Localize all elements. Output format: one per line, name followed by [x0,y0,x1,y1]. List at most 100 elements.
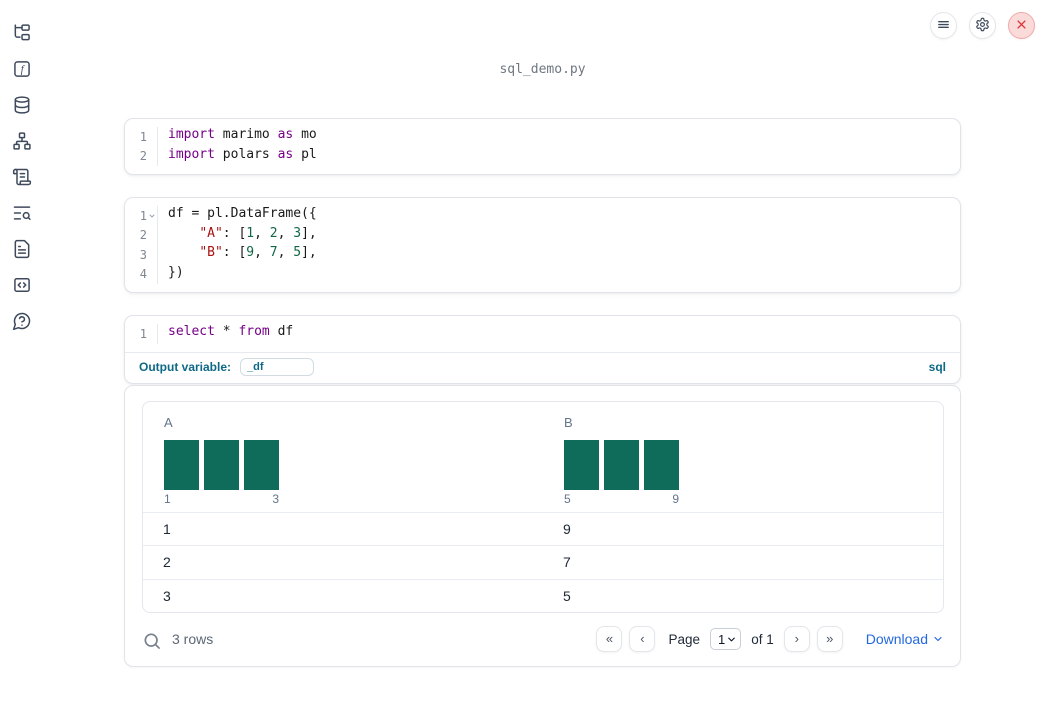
sidebar-item-help[interactable] [12,311,32,331]
code-text: df = pl.DataFrame({ [168,206,317,221]
chevron-down-icon [728,637,736,641]
close-icon [1014,17,1029,35]
line-gutter: 1 [125,206,158,226]
file-tree-icon [12,23,32,43]
line-number: 1 [139,326,147,341]
line-number: 2 [139,149,147,164]
code-text: "B": [9, 7, 5], [199,245,317,260]
last-page-button[interactable]: » [816,626,843,652]
language-badge: sql [928,359,946,374]
sql-cell[interactable]: 1 select * from df Output variable: sql [124,315,961,384]
code-cell-imports[interactable]: 1 import marimo as mo 2 import polars as pl [124,118,961,175]
code-text: import marimo as mo [168,127,317,142]
sidebar-item-datasources[interactable] [12,95,32,115]
output-variable-label: Output variable: [139,359,232,374]
histogram-bar [604,439,639,490]
histogram-axis-labels: 13 [164,491,279,506]
sidebar-item-variables[interactable]: f [12,59,32,79]
code-editor[interactable]: 1 df = pl.DataFrame({2 "A": [1, 2, 3], 3 "… [125,198,960,292]
code-square-icon [12,275,32,295]
table-row[interactable]: 27 [143,545,943,579]
code-line[interactable]: 3 "B": [9, 7, 5], [125,245,960,265]
file-text-icon [12,239,32,259]
code-line[interactable]: 1 import marimo as mo [125,127,960,147]
message-question-icon [12,311,32,331]
column-histogram[interactable] [564,439,679,490]
code-editor[interactable]: 1 select * from df [125,316,960,352]
page-select[interactable]: 1 [709,628,742,650]
table-cell: 2 [163,554,171,571]
table-row[interactable]: 19 [143,511,943,546]
line-number: 2 [139,228,147,243]
table-row[interactable]: 35 [143,578,943,613]
next-page-button[interactable]: › [783,626,810,652]
histogram-bar [164,439,199,490]
table-cell: 1 [163,520,171,537]
sidebar-item-dependency-graph[interactable] [12,131,32,151]
line-number: 1 [139,129,147,144]
line-number: 3 [139,247,147,262]
page-select-value: 1 [717,631,726,647]
table-cell: 3 [163,587,171,604]
table-cell: 7 [563,554,571,571]
column-name: A [164,414,173,430]
column-histogram[interactable] [164,439,279,490]
code-text: select * from df [168,324,294,339]
line-number: 4 [139,267,147,282]
settings-button[interactable] [969,12,996,39]
text-search-icon [12,203,32,223]
code-cell-dataframe[interactable]: 1 df = pl.DataFrame({2 "A": [1, 2, 3], 3 "… [124,197,961,293]
histogram-axis-labels: 59 [564,491,679,506]
gear-icon [975,17,990,35]
histogram-bar [204,439,239,490]
histogram-bar [644,439,679,490]
previous-page-button[interactable]: ‹ [629,626,656,652]
code-text: }) [168,264,184,280]
scroll-text-icon [12,167,32,187]
line-gutter: 1 [125,324,158,344]
fold-chevron-icon[interactable] [147,212,157,220]
sql-cell-footer: Output variable: sql [125,351,960,383]
sidebar-item-file-explorer[interactable] [12,23,32,43]
histogram-bar [564,439,599,490]
code-line[interactable]: 1 select * from df [125,324,960,344]
svg-text:f: f [21,65,26,76]
chevron-down-icon [934,636,942,642]
download-button[interactable]: Download [866,631,944,647]
line-number: 1 [139,208,147,223]
line-gutter: 2 [125,225,158,245]
pagination: « ‹ Page 1 of 1 › » Download [596,626,944,652]
table-cell: 5 [563,587,571,604]
page-label: Page [668,631,700,647]
code-line[interactable]: 2 import polars as pl [125,146,960,166]
first-page-button[interactable]: « [596,626,623,652]
line-gutter: 1 [125,127,158,147]
sidebar-item-scratchpad[interactable] [12,167,32,187]
code-line[interactable]: 1 df = pl.DataFrame({ [125,206,960,226]
sidebar-item-documentation[interactable] [12,239,32,259]
cell-output: A13B59 192735 3 rows « ‹ Page 1 of 1 › »… [124,384,961,667]
output-variable-input[interactable] [240,357,315,376]
code-line[interactable]: 2 "A": [1, 2, 3], [125,225,960,245]
function-square-icon: f [12,59,32,79]
notebook-main: sql_demo.py 1 import marimo as mo 2 import … [124,0,961,667]
helper-panel-sidebar: f [0,0,44,713]
column-header-b[interactable]: B 59 [553,415,933,506]
code-editor[interactable]: 1 import marimo as mo 2 import polars as pl [125,119,960,174]
network-icon [12,131,32,151]
code-text: import polars as pl [168,146,317,162]
column-name: B [564,414,573,430]
table-search-button[interactable] [142,631,160,651]
notebook-filename: sql_demo.py [499,62,586,77]
code-line[interactable]: 4}) [125,264,960,284]
table-body: 192735 [143,511,943,613]
sidebar-item-logs[interactable] [12,203,32,223]
column-header-a[interactable]: A 13 [153,415,553,506]
code-text: "A": [1, 2, 3], [199,225,317,241]
row-count-label: 3 rows [172,631,214,647]
sidebar-item-snippets[interactable] [12,275,32,295]
shutdown-button[interactable] [1008,12,1035,39]
download-label: Download [865,631,928,647]
search-icon [142,631,160,651]
line-gutter: 3 [125,245,158,265]
